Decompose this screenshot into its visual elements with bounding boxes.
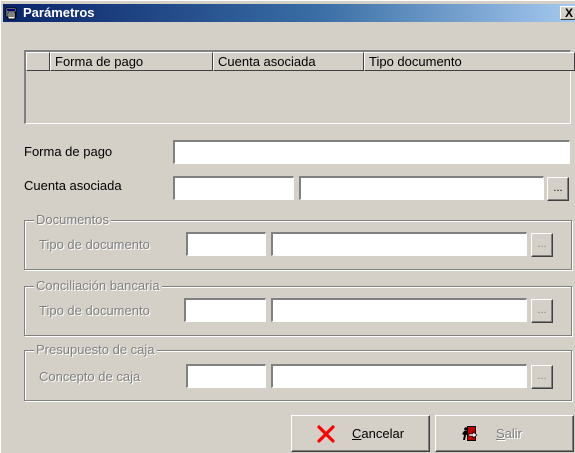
- column-header-tipo-documento[interactable]: Tipo documento: [364, 52, 575, 71]
- conciliacion-legend: Conciliación bancaria: [34, 278, 162, 293]
- parameters-grid[interactable]: Forma de pago Cuenta asociada Tipo docum…: [24, 50, 575, 124]
- documentos-tipo-label: Tipo de documento: [39, 237, 150, 252]
- presupuesto-description-input[interactable]: [271, 364, 527, 388]
- exit-door-icon: [462, 426, 478, 441]
- title-bar[interactable]: Parámetros X: [3, 4, 575, 22]
- column-header-cuenta-asociada[interactable]: Cuenta asociada: [213, 52, 364, 71]
- conciliacion-description-input[interactable]: [271, 298, 527, 322]
- documentos-legend: Documentos: [34, 212, 111, 227]
- presupuesto-code-input[interactable]: [186, 364, 266, 388]
- conciliacion-lookup-button[interactable]: ...: [531, 299, 553, 323]
- conciliacion-tipo-label: Tipo de documento: [39, 303, 150, 318]
- window-title: Parámetros: [23, 5, 95, 20]
- forma-pago-input[interactable]: [173, 140, 570, 164]
- parametros-dialog: Parámetros X Forma de pago Cuenta asocia…: [0, 0, 575, 453]
- conciliacion-code-input[interactable]: [184, 298, 266, 322]
- presupuesto-concepto-label: Concepto de caja: [39, 369, 141, 384]
- grid-header: Forma de pago Cuenta asociada Tipo docum…: [26, 52, 575, 71]
- column-header-forma-pago[interactable]: Forma de pago: [50, 52, 213, 71]
- forma-pago-label: Forma de pago: [24, 144, 113, 159]
- cuenta-asociada-label: Cuenta asociada: [24, 178, 122, 193]
- red-x-icon: [317, 425, 335, 443]
- cuenta-code-input[interactable]: [173, 176, 294, 200]
- close-button[interactable]: X: [560, 6, 575, 20]
- exit-button[interactable]: Salir: [435, 415, 574, 452]
- cancel-button[interactable]: Cancelar: [291, 415, 430, 452]
- cuenta-description-input[interactable]: [299, 176, 544, 200]
- documentos-description-input[interactable]: [271, 232, 527, 256]
- cuenta-lookup-button[interactable]: ...: [547, 177, 569, 201]
- cancel-label: Cancelar: [352, 426, 405, 441]
- exit-label: Salir: [496, 426, 523, 441]
- documentos-code-input[interactable]: [186, 232, 266, 256]
- presupuesto-lookup-button[interactable]: ...: [531, 365, 553, 389]
- documentos-lookup-button[interactable]: ...: [531, 233, 553, 257]
- parameters-app-icon: [5, 7, 17, 20]
- presupuesto-legend: Presupuesto de caja: [34, 342, 157, 357]
- grid-row-selector-header: [26, 52, 50, 71]
- close-icon: X: [564, 6, 573, 20]
